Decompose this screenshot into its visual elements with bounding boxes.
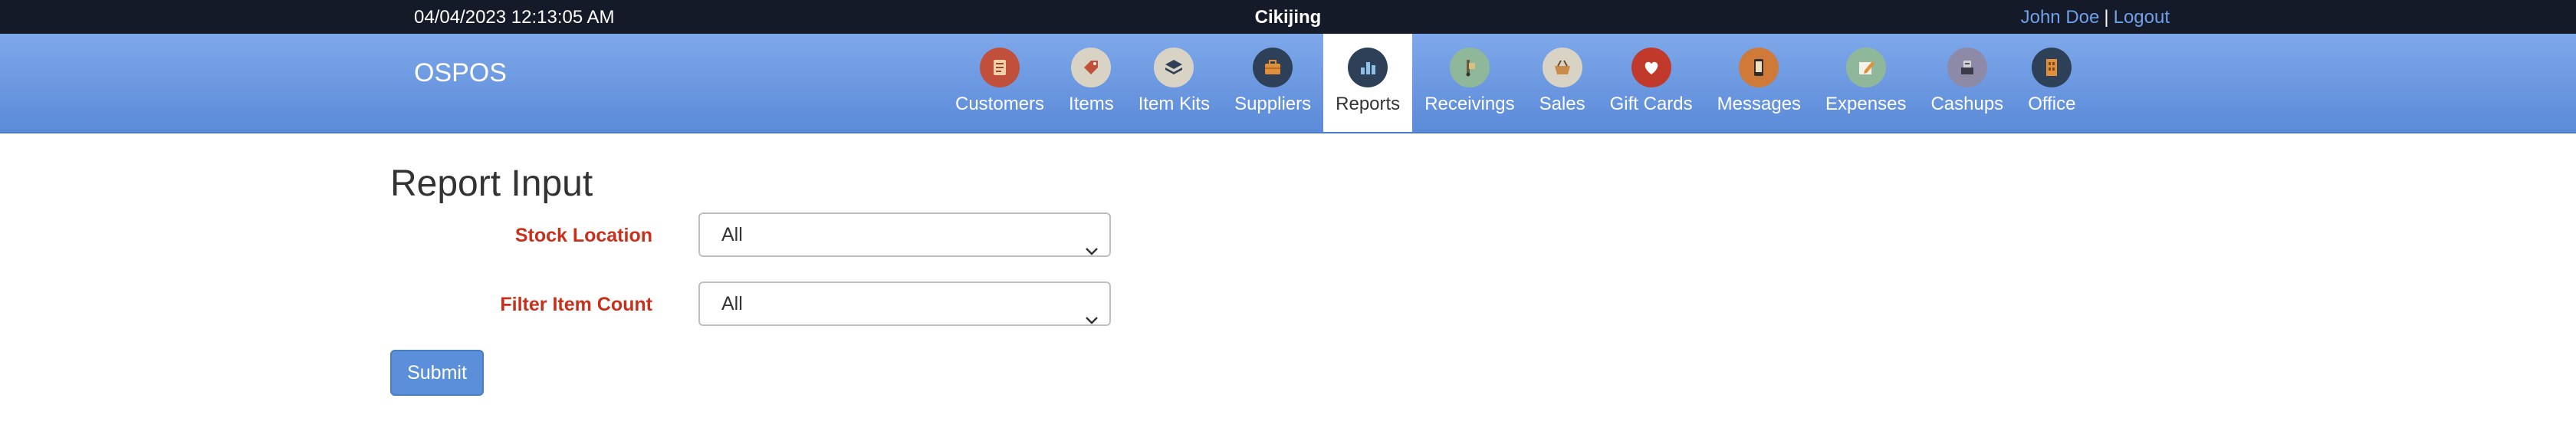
nav-item-expenses[interactable]: Expenses [1813,34,1918,132]
nav-item-cashups[interactable]: Cashups [1918,34,2016,132]
sales-icon [1542,48,1582,87]
nav-label-office: Office [2028,94,2076,114]
items-icon [1071,48,1112,87]
nav-label-messages: Messages [1717,94,1802,114]
submit-button[interactable]: Submit [390,350,484,396]
messages-icon [1739,48,1779,87]
item-kits-icon [1154,48,1194,87]
stock-location-label: Stock Location [514,225,652,246]
filter-item-count-row: Filter Item Count All [390,281,1111,328]
receivings-icon [1449,48,1490,87]
nav-item-gift-cards[interactable]: Gift Cards [1598,34,1705,132]
top-bar: 04/04/2023 12:13:05 AM Cikijing John Doe… [0,0,2576,34]
nav-item-customers[interactable]: Customers [943,34,1056,132]
nav-item-suppliers[interactable]: Suppliers [1222,34,1323,132]
nav-label-reports: Reports [1336,94,1401,114]
nav-label-receivings: Receivings [1424,94,1515,114]
customers-icon [980,48,1020,87]
nav-label-items: Items [1069,94,1114,114]
reports-icon [1348,48,1388,87]
nav-item-office[interactable]: Office [2016,34,2088,132]
page-title: Report Input [390,163,593,204]
main-navbar: OSPOS Customers Items Item Kits Supplier… [0,34,2576,133]
nav-item-item-kits[interactable]: Item Kits [1126,34,1222,132]
nav-label-cashups: Cashups [1930,94,2004,114]
suppliers-icon [1253,48,1293,87]
user-name-link[interactable]: John Doe [2021,7,2100,28]
user-links: John Doe | Logout [2021,7,2170,28]
nav-label-customers: Customers [955,94,1045,114]
nav-label-item-kits: Item Kits [1138,94,1211,114]
nav-item-messages[interactable]: Messages [1705,34,1813,132]
user-separator: | [2104,7,2109,28]
stock-location-row: Stock Location All [390,212,1111,258]
nav-label-suppliers: Suppliers [1234,94,1312,114]
gift-cards-icon [1631,48,1671,87]
office-icon [2032,48,2072,87]
filter-item-count-label: Filter Item Count [500,294,652,315]
nav-item-sales[interactable]: Sales [1527,34,1598,132]
brand-logo[interactable]: OSPOS [414,58,507,88]
logout-link[interactable]: Logout [2114,7,2170,28]
filter-item-count-select[interactable]: All [698,281,1111,326]
expenses-icon [1845,48,1886,87]
stock-location-value: All [721,224,743,245]
nav-item-reports[interactable]: Reports [1323,34,1413,132]
nav-item-items[interactable]: Items [1056,34,1126,132]
nav-label-expenses: Expenses [1825,94,1907,114]
nav-item-receivings[interactable]: Receivings [1412,34,1526,132]
module-nav: Customers Items Item Kits Suppliers Repo [943,34,2088,132]
company-name: Cikijing [1254,7,1322,28]
nav-label-sales: Sales [1539,94,1585,114]
chevron-down-icon [1085,298,1099,340]
cashups-icon [1947,48,1987,87]
stock-location-select[interactable]: All [698,212,1111,257]
nav-label-gift-cards: Gift Cards [1609,94,1693,114]
chevron-down-icon [1085,229,1099,271]
filter-item-count-value: All [721,293,743,314]
